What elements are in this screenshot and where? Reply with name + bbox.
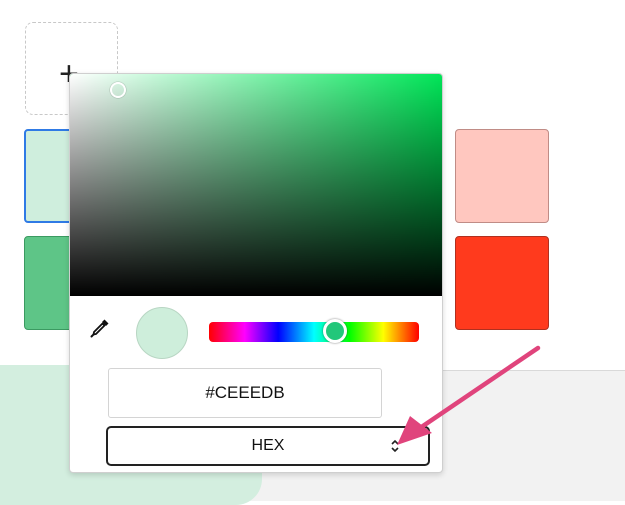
hue-slider-handle[interactable] [323, 319, 347, 343]
saturation-value-area[interactable] [70, 74, 442, 296]
color-picker-popover: HEX [69, 73, 443, 473]
swatch-red[interactable] [455, 236, 549, 330]
eyedropper-icon[interactable] [88, 316, 112, 340]
swatch-pink[interactable] [455, 129, 549, 223]
color-format-select[interactable]: HEX [106, 426, 430, 466]
color-format-value: HEX [251, 437, 285, 454]
color-preview-circle [136, 307, 188, 359]
hue-slider-track[interactable] [209, 322, 419, 342]
hex-value-input[interactable] [108, 368, 382, 418]
saturation-value-handle[interactable] [110, 82, 126, 98]
chevron-updown-icon [391, 439, 399, 453]
